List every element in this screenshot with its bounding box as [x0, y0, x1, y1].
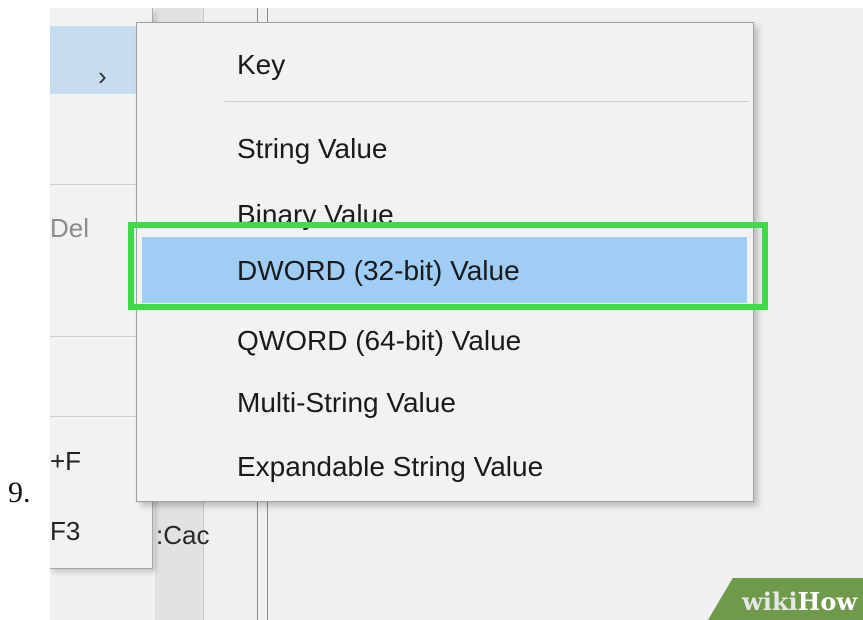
submenu-item-multi-string-value[interactable]: Multi-String Value — [237, 387, 456, 419]
chevron-right-icon: › — [98, 61, 107, 91]
background-text: :Cac — [156, 520, 210, 550]
menu-item-find[interactable]: +F — [50, 446, 81, 477]
menu-item-find-next[interactable]: F3 — [50, 516, 80, 547]
submenu-item-string-value[interactable]: String Value — [237, 133, 387, 165]
menu-item-delete[interactable]: Del — [50, 213, 89, 244]
watermark-wiki: wiki — [742, 587, 798, 616]
menu-item-new[interactable]: › — [50, 26, 138, 94]
submenu-separator — [225, 101, 749, 102]
submenu-item-qword-value[interactable]: QWORD (64-bit) Value — [237, 325, 521, 357]
submenu-item-key[interactable]: Key — [237, 49, 285, 81]
step-number: 9. — [8, 476, 31, 509]
registry-editor-screenshot: :Cac › Del +F F3 Key String Value Binary… — [50, 8, 863, 620]
wikihow-watermark: wikiHow — [742, 587, 857, 616]
submenu-item-expandable-string-value[interactable]: Expandable String Value — [237, 451, 543, 483]
highlight-annotation-box — [128, 222, 768, 310]
watermark-how: How — [797, 587, 857, 616]
